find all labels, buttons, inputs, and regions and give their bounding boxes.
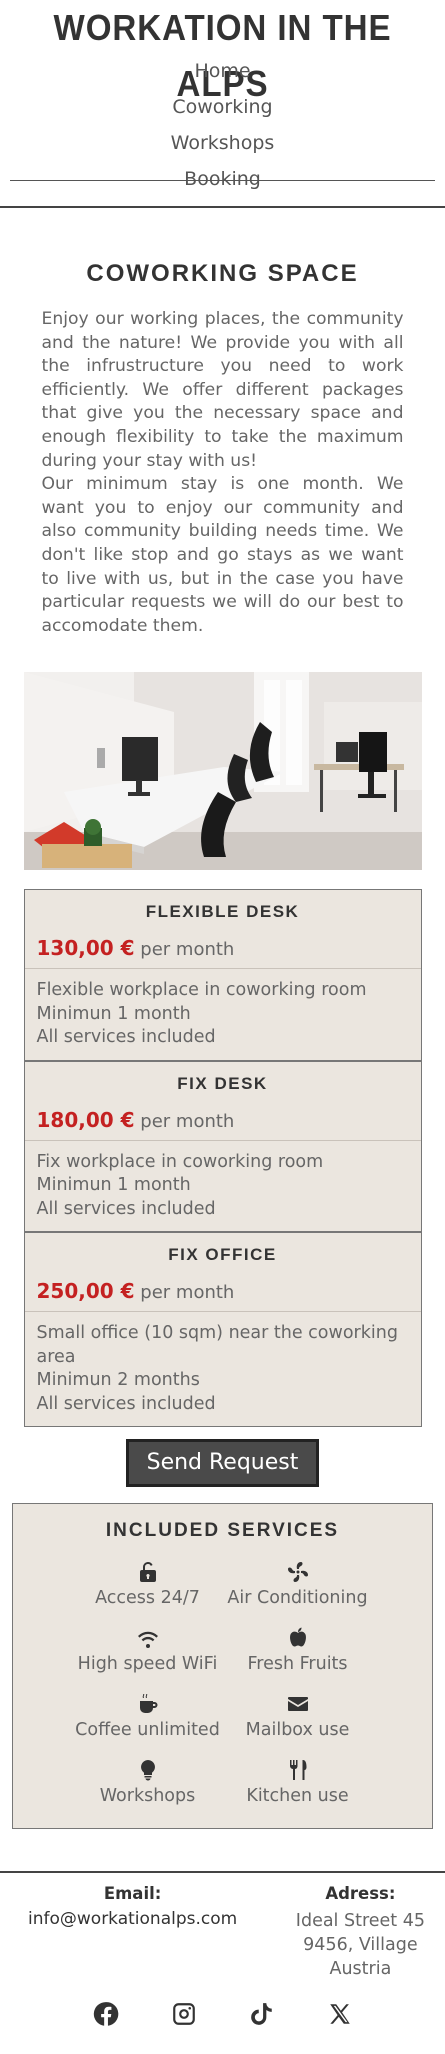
footer-columns: Email: info@workationalps.com Adress: Id… bbox=[0, 1879, 445, 1981]
service-item: Coffee unlimited bbox=[73, 1690, 223, 1748]
service-item: Air Conditioning bbox=[223, 1558, 373, 1616]
address-line: Ideal Street 45 bbox=[295, 1911, 425, 1932]
package-price: 130,00 € bbox=[36, 936, 135, 961]
package-price-row: 250,00 € per month bbox=[37, 1271, 409, 1311]
package-detail-line: All services included bbox=[36, 1027, 216, 1048]
package-period: per month bbox=[140, 1110, 235, 1132]
package-fix-office: FIX OFFICE 250,00 € per month Small offi… bbox=[23, 1232, 422, 1428]
utensils-icon bbox=[223, 1756, 373, 1782]
package-name: FIX OFFICE bbox=[168, 1245, 277, 1265]
package-period: per month bbox=[140, 1282, 235, 1304]
nav-divider bbox=[10, 180, 435, 181]
main-nav: Home Coworking Workshops Booking bbox=[0, 56, 445, 208]
coffee-icon bbox=[73, 1690, 223, 1716]
package-detail-line: Minimun 2 months bbox=[36, 1370, 200, 1391]
address-line: 9456, Village bbox=[303, 1935, 418, 1956]
facebook-icon[interactable] bbox=[93, 2001, 119, 2031]
envelope-icon bbox=[223, 1690, 373, 1716]
package-details: Flexible workplace in coworking room Min… bbox=[25, 969, 421, 1060]
included-services: INCLUDED SERVICES Access 24/7 Air Condit… bbox=[12, 1503, 433, 1830]
package-price-row: 180,00 € per month bbox=[37, 1100, 409, 1140]
package-detail-line: Fix workplace in coworking room bbox=[36, 1151, 324, 1172]
intro-text: Enjoy our working places, the community … bbox=[42, 308, 404, 638]
package-detail-line: Flexible workplace in coworking room bbox=[36, 980, 367, 1001]
package-price-row: 130,00 € per month bbox=[37, 928, 409, 968]
nav-home[interactable]: Home bbox=[0, 56, 445, 92]
package-fix-desk: FIX DESK 180,00 € per month Fix workplac… bbox=[23, 1060, 422, 1233]
email-link[interactable]: info@workationalps.com bbox=[28, 1909, 237, 1929]
social-links bbox=[0, 2001, 445, 2031]
fan-icon bbox=[223, 1558, 373, 1584]
service-label: Workshops bbox=[99, 1786, 196, 1807]
service-item: Fresh Fruits bbox=[223, 1624, 373, 1682]
service-item: Mailbox use bbox=[223, 1690, 373, 1748]
nav-booking[interactable]: Booking bbox=[0, 164, 445, 200]
apple-icon bbox=[223, 1624, 373, 1650]
service-label: Access 24/7 bbox=[95, 1588, 200, 1609]
package-detail-line: All services included bbox=[36, 1198, 216, 1219]
service-label: Coffee unlimited bbox=[75, 1720, 220, 1741]
send-request-button[interactable]: Send Request bbox=[126, 1439, 319, 1488]
package-details: Fix workplace in coworking room Minimun … bbox=[25, 1141, 421, 1232]
service-item: Access 24/7 bbox=[73, 1558, 223, 1616]
address-line: Austria bbox=[329, 1959, 392, 1980]
instagram-icon[interactable] bbox=[171, 2001, 197, 2031]
package-header: FIX DESK 180,00 € per month bbox=[24, 1062, 421, 1141]
packages-list: FLEXIBLE DESK 130,00 € per month Flexibl… bbox=[23, 889, 422, 1428]
package-period: per month bbox=[140, 939, 235, 961]
footer: Email: info@workationalps.com Adress: Id… bbox=[0, 1871, 445, 2031]
tiktok-icon[interactable] bbox=[249, 2001, 275, 2031]
intro-paragraph-1: Enjoy our working places, the community … bbox=[41, 309, 404, 471]
coworking-photo-illustration bbox=[23, 672, 422, 871]
service-item: Kitchen use bbox=[223, 1756, 373, 1814]
nav-workshops[interactable]: Workshops bbox=[0, 128, 445, 164]
coworking-photo bbox=[23, 672, 422, 871]
section-title: COWORKING SPACE bbox=[86, 260, 359, 287]
package-detail-line: All services included bbox=[36, 1393, 216, 1414]
nav-coworking[interactable]: Coworking bbox=[0, 92, 445, 128]
service-label: Air Conditioning bbox=[227, 1588, 368, 1609]
package-price: 250,00 € bbox=[36, 1279, 135, 1304]
package-details: Small office (10 sqm) near the coworking… bbox=[25, 1312, 421, 1426]
footer-email: Email: info@workationalps.com bbox=[28, 1879, 237, 1981]
address-label: Adress: bbox=[325, 1884, 396, 1904]
package-flexible-desk: FLEXIBLE DESK 130,00 € per month Flexibl… bbox=[23, 889, 422, 1061]
package-price: 180,00 € bbox=[36, 1107, 135, 1132]
service-item: Workshops bbox=[73, 1756, 223, 1814]
package-header: FIX OFFICE 250,00 € per month bbox=[24, 1233, 421, 1313]
service-label: Mailbox use bbox=[245, 1720, 350, 1741]
email-label: Email: bbox=[103, 1884, 162, 1904]
intro-paragraph-2: Our minimum stay is one month. We want y… bbox=[41, 474, 404, 636]
footer-address: Adress: Ideal Street 45 9456, Village Au… bbox=[296, 1879, 425, 1981]
site-title: WORKATION IN THE ALPS bbox=[53, 7, 392, 104]
services-title: INCLUDED SERVICES bbox=[105, 1520, 340, 1542]
package-name: FLEXIBLE DESK bbox=[145, 902, 300, 922]
package-header: FLEXIBLE DESK 130,00 € per month bbox=[24, 890, 421, 970]
cta-wrapper: Send Request bbox=[0, 1439, 445, 1488]
package-name: FIX DESK bbox=[177, 1073, 268, 1093]
wifi-icon bbox=[73, 1624, 223, 1650]
service-label: Kitchen use bbox=[246, 1786, 349, 1807]
service-label: Fresh Fruits bbox=[247, 1654, 348, 1675]
x-icon[interactable] bbox=[327, 2001, 353, 2031]
services-grid: Access 24/7 Air Conditioning High speed … bbox=[73, 1558, 373, 1814]
package-detail-line: Minimun 1 month bbox=[36, 1003, 191, 1024]
service-item: High speed WiFi bbox=[73, 1624, 223, 1682]
package-detail-line: Minimun 1 month bbox=[36, 1175, 191, 1196]
service-label: High speed WiFi bbox=[77, 1654, 218, 1675]
unlock-icon bbox=[73, 1558, 223, 1584]
package-detail-line: Small office (10 sqm) near the coworking… bbox=[36, 1323, 398, 1367]
lightbulb-icon bbox=[73, 1756, 223, 1782]
